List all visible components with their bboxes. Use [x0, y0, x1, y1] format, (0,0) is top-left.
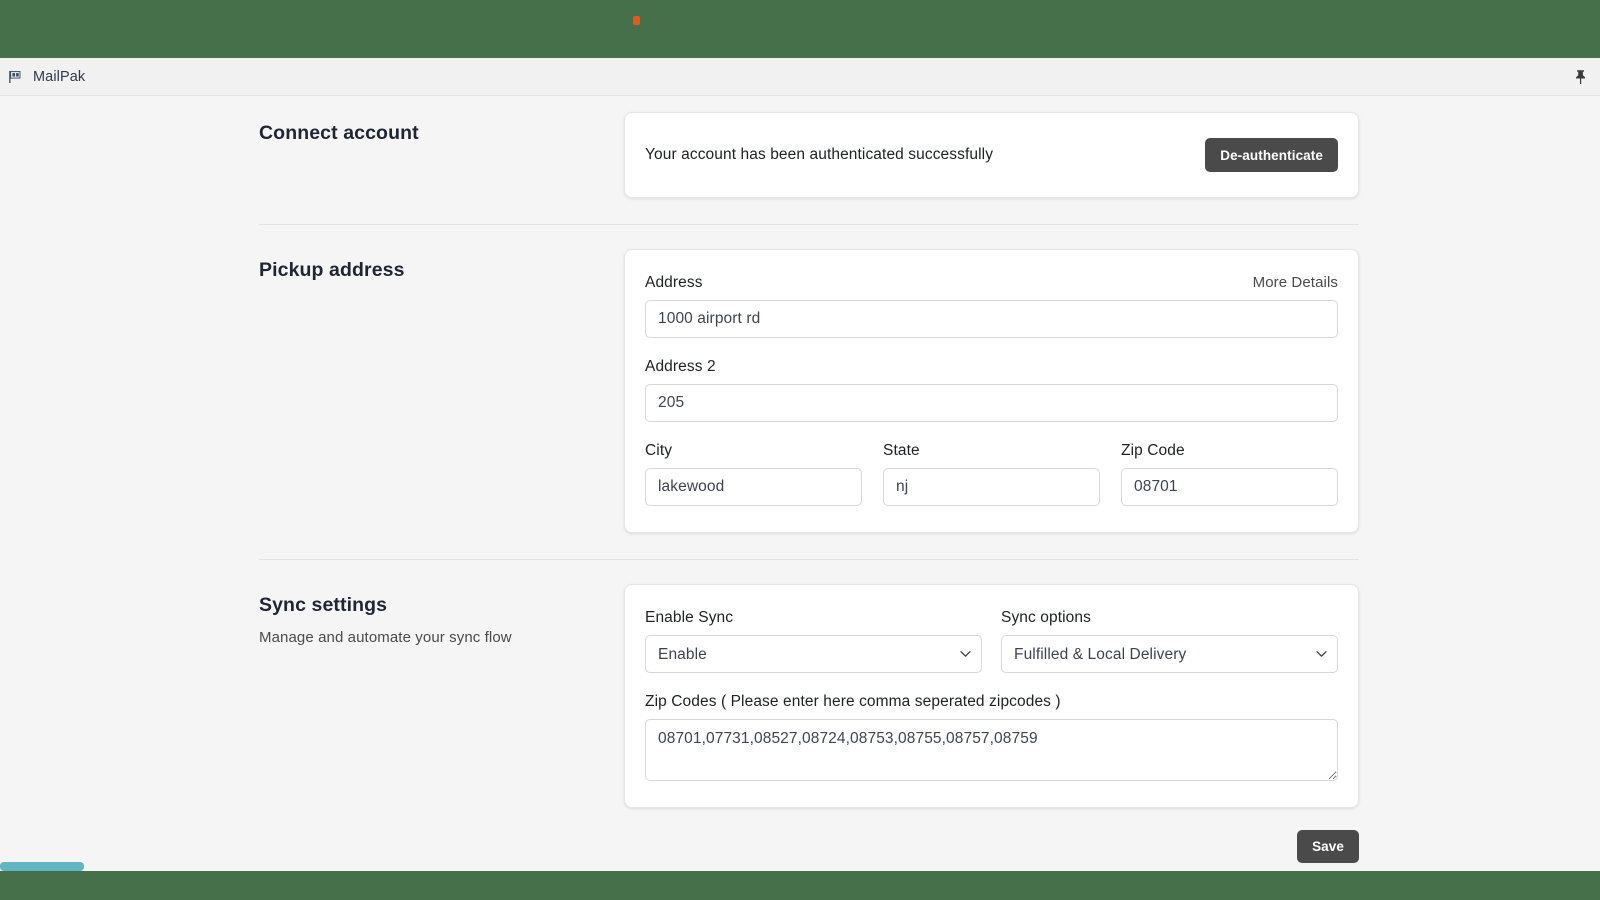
pickup-address-card: Address More Details Address 2 City — [624, 249, 1359, 533]
pushpin-icon[interactable] — [1570, 67, 1590, 87]
zip-code-label: Zip Code — [1121, 442, 1185, 459]
zip-code-input[interactable] — [1121, 468, 1338, 506]
address-input[interactable] — [645, 300, 1338, 338]
zip-codes-textarea[interactable] — [645, 719, 1338, 781]
horizontal-scrollbar[interactable] — [0, 862, 1600, 871]
sync-settings-head: Sync settings Manage and automate your s… — [259, 584, 624, 646]
sync-settings-heading: Sync settings — [259, 594, 388, 616]
flag-icon — [6, 68, 23, 85]
field-sync-options: Sync options Fulfilled & Local Delivery — [1001, 609, 1338, 673]
sync-options-select-wrap: Fulfilled & Local Delivery — [1001, 635, 1338, 673]
field-zip-codes: Zip Codes ( Please enter here comma sepe… — [645, 693, 1338, 781]
address-label: Address — [645, 274, 703, 291]
zip-codes-label: Zip Codes ( Please enter here comma sepe… — [645, 693, 1061, 710]
pickup-address-heading: Pickup address — [259, 259, 405, 281]
sync-options-label: Sync options — [1001, 609, 1091, 626]
city-state-zip-row: City State Zip Code — [645, 442, 1338, 506]
pickup-address-head: Pickup address — [259, 249, 624, 282]
connect-account-heading: Connect account — [259, 122, 419, 144]
sync-selects-row: Enable Sync Enable Sync options Fulfille… — [645, 609, 1338, 673]
field-address: Address More Details — [645, 274, 1338, 338]
tab-indicator-dot — [633, 16, 640, 25]
field-enable-sync: Enable Sync Enable — [645, 609, 982, 673]
app-title: MailPak — [33, 68, 86, 85]
connect-account-head: Connect account — [259, 112, 624, 145]
enable-sync-label: Enable Sync — [645, 609, 734, 626]
de-authenticate-button[interactable]: De-authenticate — [1205, 138, 1338, 172]
save-button[interactable]: Save — [1297, 830, 1359, 863]
state-input[interactable] — [883, 468, 1100, 506]
address2-label: Address 2 — [645, 358, 716, 375]
section-pickup-address: Pickup address Address More Details Addr… — [259, 249, 1359, 533]
desktop-background: MailPak Connect account Your account has… — [0, 0, 1600, 900]
page-scroll-region[interactable]: Connect account Your account has been au… — [0, 96, 1600, 871]
sync-options-select[interactable]: Fulfilled & Local Delivery — [1001, 635, 1338, 673]
sync-settings-subheading: Manage and automate your sync flow — [259, 629, 512, 646]
settings-content: Connect account Your account has been au… — [259, 96, 1359, 863]
field-address2: Address 2 — [645, 358, 1338, 422]
address-label-row: Address More Details — [645, 274, 1338, 292]
save-row: Save — [259, 830, 1359, 863]
field-zip: Zip Code — [1121, 442, 1338, 506]
city-label: City — [645, 442, 673, 459]
field-state: State — [883, 442, 1100, 506]
more-details-link[interactable]: More Details — [1253, 274, 1338, 291]
connect-account-card: Your account has been authenticated succ… — [624, 112, 1359, 198]
section-divider-2 — [259, 559, 1359, 560]
sync-settings-card: Enable Sync Enable Sync options Fulfille… — [624, 584, 1359, 808]
enable-sync-select-wrap: Enable — [645, 635, 982, 673]
address2-input[interactable] — [645, 384, 1338, 422]
browser-topbar — [0, 0, 1600, 58]
auth-status-message: Your account has been authenticated succ… — [645, 146, 994, 163]
section-connect-account: Connect account Your account has been au… — [259, 112, 1359, 198]
enable-sync-select[interactable]: Enable — [645, 635, 982, 673]
section-sync-settings: Sync settings Manage and automate your s… — [259, 584, 1359, 808]
city-input[interactable] — [645, 468, 862, 506]
field-city: City — [645, 442, 862, 506]
desktop-bottom-bar — [0, 871, 1600, 900]
app-titlebar: MailPak — [0, 58, 1600, 96]
state-label: State — [883, 442, 920, 459]
section-divider-1 — [259, 224, 1359, 225]
horizontal-scrollbar-thumb[interactable] — [0, 862, 84, 871]
